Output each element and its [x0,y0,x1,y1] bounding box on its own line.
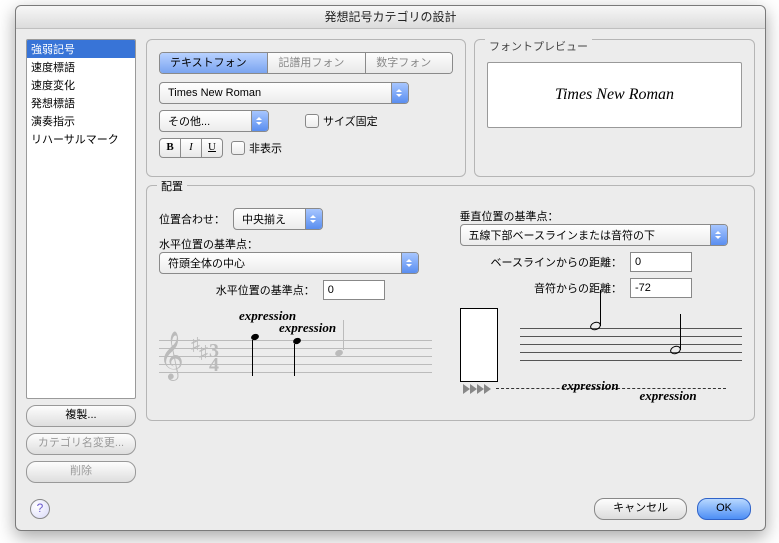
v-ref-value: 五線下部ベースラインまたは音符の下 [469,227,655,243]
play-indicator-icon [463,384,491,394]
font-family-select[interactable]: Times New Roman [159,82,409,104]
fixed-size-checkbox[interactable]: サイズ固定 [305,113,378,129]
hide-checkbox[interactable]: 非表示 [231,140,282,156]
tab-text-font[interactable]: テキストフォント [160,53,268,73]
baseline-offset-input[interactable] [630,252,692,272]
list-item[interactable]: リハーサルマーク [27,130,135,148]
bottom-bar: ? キャンセル OK [16,498,765,520]
h-ref-title: 水平位置の基準点： [159,236,442,252]
checkbox-icon [305,114,319,128]
top-row: テキストフォント 記譜用フォント 数字フォント Times New Roman … [146,39,755,177]
bold-button[interactable]: B [159,138,181,158]
preview-title: フォントプレビュー [485,38,592,54]
chevron-updown-icon [391,83,408,103]
right-column: テキストフォント 記譜用フォント 数字フォント Times New Roman … [146,39,755,483]
note-offset-label: 音符からの距離： [534,280,622,296]
help-icon[interactable]: ? [30,499,50,519]
checkbox-icon [231,141,245,155]
expression-label: expression [640,388,697,404]
expression-label: expression [279,320,336,336]
list-item[interactable]: 発想標語 [27,94,135,112]
horizontal-column: 位置合わせ： 中央揃え 水平位置の基準点： 符頭全体の中心 [159,208,442,408]
list-item[interactable]: 速度標語 [27,58,135,76]
baseline-offset-label: ベースラインからの距離： [491,254,622,270]
font-tabs: テキストフォント 記譜用フォント 数字フォント [159,52,453,74]
positioning-columns: 位置合わせ： 中央揃え 水平位置の基準点： 符頭全体の中心 [159,208,742,408]
hide-label: 非表示 [249,140,282,156]
dialog-window: 発想記号カテゴリの設計 強弱記号 速度標語 速度変化 発想標語 演奏指示 リハー… [15,5,766,531]
chevron-updown-icon [401,253,418,273]
v-staff-diagram: expression expression [460,308,743,408]
preview-group: フォントプレビュー Times New Roman [474,39,755,177]
h-offset-input[interactable] [323,280,385,300]
v-ref-select[interactable]: 五線下部ベースラインまたは音符の下 [460,224,728,246]
h-offset-label: 水平位置の基準点： [216,282,315,298]
note-offset-input[interactable] [630,278,692,298]
list-item[interactable]: 速度変化 [27,76,135,94]
rename-button[interactable]: カテゴリ名変更... [26,433,136,455]
font-other-value: その他... [168,113,210,129]
drag-handle [460,308,498,382]
chevron-updown-icon [251,111,268,131]
content-area: 強弱記号 速度標語 速度変化 発想標語 演奏指示 リハーサルマーク 複製... … [16,29,765,493]
positioning-group: 配置 位置合わせ： 中央揃え 水平位置の基準点： [146,185,755,421]
justify-label: 位置合わせ： [159,211,225,227]
h-ref-select[interactable]: 符頭全体の中心 [159,252,419,274]
list-item[interactable]: 強弱記号 [27,40,135,58]
window-title: 発想記号カテゴリの設計 [16,6,765,29]
category-list[interactable]: 強弱記号 速度標語 速度変化 発想標語 演奏指示 リハーサルマーク [26,39,136,399]
underline-button[interactable]: U [202,138,223,158]
font-family-value: Times New Roman [168,87,261,99]
style-buttons: B I U [159,138,223,158]
tab-music-font[interactable]: 記譜用フォント [268,53,366,73]
sidebar: 強弱記号 速度標語 速度変化 発想標語 演奏指示 リハーサルマーク 複製... … [26,39,136,483]
positioning-title: 配置 [157,178,187,194]
justify-value: 中央揃え [242,211,286,227]
italic-button[interactable]: I [181,138,202,158]
font-other-select[interactable]: その他... [159,110,269,132]
expression-label: expression [562,378,619,394]
vertical-column: 垂直位置の基準点： 五線下部ベースラインまたは音符の下 ベースラインからの距離： [460,208,743,408]
chevron-updown-icon [710,225,727,245]
h-staff-diagram: expression expression 𝄞 ♯ ♯ 3 4 [159,310,442,400]
justify-select[interactable]: 中央揃え [233,208,323,230]
v-ref-title: 垂直位置の基準点： [460,208,743,224]
h-ref-value: 符頭全体の中心 [168,255,245,271]
duplicate-button[interactable]: 複製... [26,405,136,427]
ok-button[interactable]: OK [697,498,751,520]
tab-number-font[interactable]: 数字フォント [366,53,452,73]
delete-button[interactable]: 削除 [26,461,136,483]
chevron-updown-icon [305,209,322,229]
font-group: テキストフォント 記譜用フォント 数字フォント Times New Roman … [146,39,466,177]
list-item[interactable]: 演奏指示 [27,112,135,130]
font-preview: Times New Roman [487,62,742,128]
cancel-button[interactable]: キャンセル [594,498,687,520]
fixed-size-label: サイズ固定 [323,113,378,129]
